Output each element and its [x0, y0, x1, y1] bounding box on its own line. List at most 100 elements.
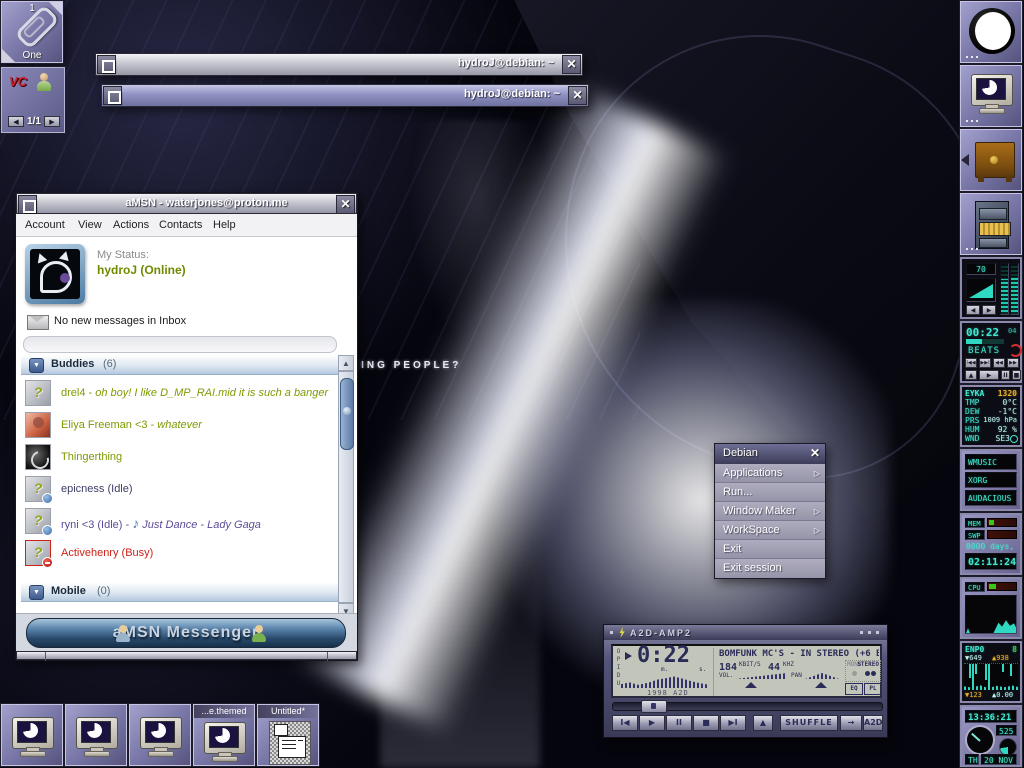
miniwindow-1[interactable]: [1, 704, 63, 766]
terminal-1-close-button[interactable]: ✕: [562, 55, 581, 74]
dock-drawer-tile[interactable]: [960, 129, 1022, 191]
mixer-volume-wedge[interactable]: [966, 278, 996, 302]
buddy-row-activehenry[interactable]: ? Activehenry (Busy): [21, 539, 338, 569]
menu-actions[interactable]: Actions: [113, 219, 149, 231]
amp-pan-slider[interactable]: [805, 673, 839, 679]
scrollbar-track[interactable]: [338, 371, 354, 603]
amp-titlebar[interactable]: A2D-AMP2: [604, 625, 887, 640]
dockapp-sysmon[interactable]: MEM SWP 0000 days, 02:11:24: [960, 513, 1022, 575]
dock-filemanager-tile[interactable]: [960, 193, 1022, 255]
dockapp-applist[interactable]: WMUSIC XORG AUDACIOUS: [960, 449, 1022, 511]
wmusic-eject-button[interactable]: ▲: [965, 370, 977, 380]
wmusic-loop-icon[interactable]: [1009, 344, 1022, 357]
amp-shuffle-button[interactable]: SHUFFLE: [780, 715, 838, 731]
amp-volume-slider[interactable]: [735, 673, 787, 679]
amsn-resizebar[interactable]: [16, 651, 357, 660]
group-header-buddies[interactable]: ▼ Buddies (6): [21, 355, 338, 375]
terminal-2-close-button[interactable]: ✕: [568, 86, 587, 105]
amsn-close-button[interactable]: ✕: [336, 195, 355, 214]
amp-pan-thumb[interactable]: [815, 682, 827, 688]
amsn-tray-icon[interactable]: VC: [9, 73, 27, 91]
buddy-row-drel4[interactable]: ? drel4 - oh boy! I like D_MP_RAI.mid it…: [21, 379, 338, 409]
amp-track-marquee[interactable]: BOMFUNK MC'S - IN STEREO (+6 B: [719, 649, 879, 659]
scrollbar-up-button[interactable]: ▲: [338, 355, 354, 371]
wmusic-pause-button[interactable]: II: [1001, 370, 1010, 380]
scrollbar-thumb[interactable]: [340, 378, 354, 450]
amp-eq-button[interactable]: EQ: [845, 683, 863, 695]
amp-menu-dot[interactable]: [610, 631, 613, 634]
dock-gnustep-tile[interactable]: [960, 1, 1022, 63]
menu-view[interactable]: View: [78, 219, 102, 231]
dockapp-mixer[interactable]: 70 ◀ ▶: [960, 257, 1022, 319]
collapse-buddies-icon[interactable]: ▼: [29, 358, 44, 373]
menu-item-exit-session[interactable]: Exit session: [715, 559, 825, 578]
terminal-2-miniaturize-button[interactable]: [103, 86, 122, 105]
amp-stop-button[interactable]: ■: [693, 715, 719, 731]
dockapp-network[interactable]: ENP0 8 ▼649 ▲938 ▼123 ▲0.00: [960, 641, 1022, 703]
miniwindow-themed[interactable]: ...e.themed: [193, 704, 255, 766]
buddy-row-ryni[interactable]: ? ryni <3 (Idle) - ♪ Just Dance - Lady G…: [21, 507, 338, 537]
dockapp-cpu[interactable]: CPU: [960, 577, 1022, 639]
clip-next-arrow[interactable]: [49, 2, 62, 15]
workspace-clip[interactable]: 1 One: [1, 1, 63, 63]
contact-tray-icon[interactable]: [36, 73, 52, 93]
menu-item-workspace[interactable]: WorkSpace▷: [715, 521, 825, 540]
wmusic-progress[interactable]: [966, 339, 982, 344]
amp-play-button[interactable]: ▶: [639, 715, 665, 731]
amp-brand-button[interactable]: A2D: [863, 715, 883, 731]
wmusic-next-button[interactable]: ▶▶I: [979, 358, 991, 368]
amp-next-button[interactable]: ▶I: [720, 715, 746, 731]
mixer-channel-left-button[interactable]: ◀: [966, 305, 980, 315]
amp-pause-button[interactable]: II: [666, 715, 692, 731]
wmusic-rew-button[interactable]: ◀◀: [993, 358, 1005, 368]
filter-input[interactable]: [23, 336, 337, 353]
menu-help[interactable]: Help: [213, 219, 236, 231]
buddy-row-eliya[interactable]: Eliya Freeman <3 - whatever: [21, 411, 338, 441]
amp-volume-thumb[interactable]: [745, 682, 757, 688]
amsn-titlebar[interactable]: aMSN - waterjones@proton.me ✕: [16, 193, 357, 214]
miniwindow-untitled[interactable]: Untitled*: [257, 704, 319, 766]
dockapp-weather[interactable]: EYKA 1320 TMP 0°C DEW -1°C PRS 1009 hPa …: [960, 385, 1022, 447]
wmusic-prev-button[interactable]: I◀◀: [965, 358, 977, 368]
menu-contacts[interactable]: Contacts: [159, 219, 202, 231]
debian-menu-close-icon[interactable]: ✕: [810, 446, 820, 460]
buddy-row-epicness[interactable]: ? epicness (Idle): [21, 475, 338, 505]
dockapp-clock[interactable]: 13:36:21 525 TH 20 NOV: [960, 705, 1022, 767]
buddy-row-thingerthing[interactable]: Thingerthing: [21, 443, 338, 473]
wmusic-stop-button[interactable]: ■: [1012, 370, 1021, 380]
debian-menu-titlebar[interactable]: Debian ✕: [715, 444, 825, 464]
wmusic-ffwd-button[interactable]: ▶▶: [1007, 358, 1019, 368]
amp-seek-track[interactable]: [612, 702, 883, 711]
collapse-mobile-icon[interactable]: ▼: [29, 585, 44, 600]
dock-xterm-tile[interactable]: [960, 65, 1022, 127]
menu-account[interactable]: Account: [25, 219, 65, 231]
tray-page-left-button[interactable]: ◀: [8, 116, 24, 127]
amp-seek-thumb[interactable]: [641, 700, 667, 713]
miniwindow-2[interactable]: [65, 704, 127, 766]
menu-item-exit[interactable]: Exit: [715, 540, 825, 559]
amp-window-buttons[interactable]: [876, 631, 879, 634]
group-header-mobile[interactable]: ▼ Mobile (0): [21, 582, 338, 602]
terminal-window-1-titlebar[interactable]: hydroJ@debian: ~ ✕: [95, 53, 583, 76]
wmusic-play-button[interactable]: ▶: [979, 370, 999, 380]
menu-item-window-maker[interactable]: Window Maker▷: [715, 502, 825, 521]
miniwindow-3[interactable]: [129, 704, 191, 766]
applist-item-3[interactable]: AUDACIOUS: [965, 490, 1017, 506]
amp-eject-button[interactable]: ▲: [753, 715, 773, 731]
menu-item-applications[interactable]: Applications▷: [715, 464, 825, 483]
dockapp-wmusic[interactable]: 00:22 04 BEATS I◀◀ ▶▶I ◀◀ ▶▶ ▲ ▶ II ■: [960, 321, 1022, 383]
tray-page-right-button[interactable]: ▶: [44, 116, 60, 127]
inbox-status[interactable]: No new messages in Inbox: [54, 315, 186, 327]
status-value[interactable]: hydroJ (Online): [97, 263, 186, 277]
terminal-1-miniaturize-button[interactable]: [97, 55, 116, 74]
drawer-arrow-icon[interactable]: [961, 154, 969, 166]
my-avatar[interactable]: [25, 244, 85, 304]
amsn-messenger-banner[interactable]: aMSN Messenger: [26, 618, 346, 648]
amp-repeat-button[interactable]: →: [840, 715, 862, 731]
amp-prev-button[interactable]: I◀: [612, 715, 638, 731]
amp-time[interactable]: 0:22: [637, 643, 690, 668]
applist-item-2[interactable]: XORG: [965, 472, 1017, 488]
applist-item-1[interactable]: WMUSIC: [965, 454, 1017, 470]
mixer-channel-right-button[interactable]: ▶: [982, 305, 996, 315]
terminal-window-2-titlebar[interactable]: hydroJ@debian: ~ ✕: [101, 84, 589, 107]
